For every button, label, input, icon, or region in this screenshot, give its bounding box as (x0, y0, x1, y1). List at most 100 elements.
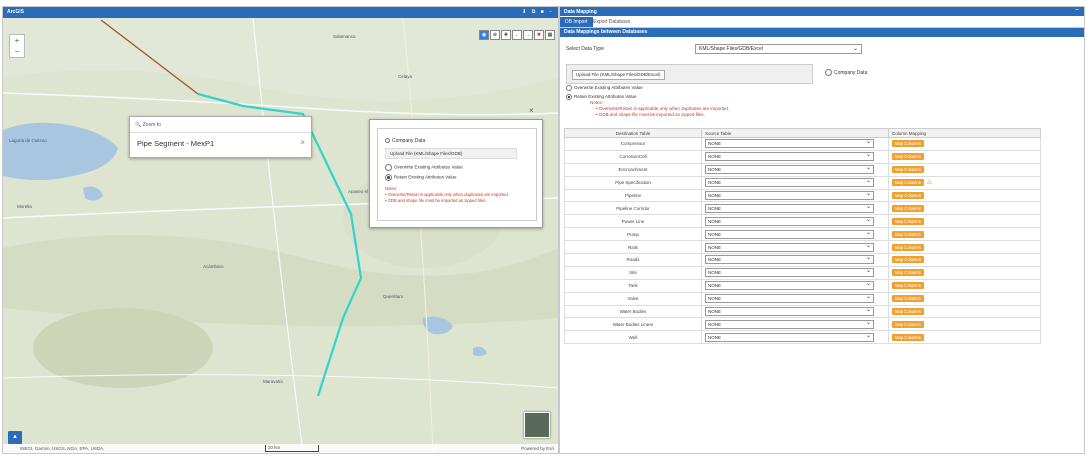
company-data-checkbox[interactable]: Company Data (385, 138, 425, 144)
globe-icon[interactable]: ◉ (479, 30, 489, 40)
source-table-select[interactable]: NONE ⌄ (705, 139, 874, 149)
map-canvas[interactable]: Laguna de Cuitzeo Morelia Salamanca Cela… (3, 17, 558, 453)
destination-cell: Pump (564, 227, 702, 242)
source-table-value: NONE (708, 257, 722, 263)
map-columns-button[interactable]: Map Columns (892, 333, 924, 341)
source-cell: NONE ⌄ (701, 317, 889, 332)
table-row: Pipe Specification NONE ⌄ Map Columns ⚠ (564, 175, 1041, 190)
source-table-select[interactable]: NONE ⌄ (705, 281, 874, 291)
source-cell: NONE ⌄ (701, 149, 889, 164)
clear-icon[interactable]: ✖ (534, 30, 544, 40)
chevron-down-icon: ⌄ (865, 255, 871, 262)
minimize-icon[interactable]: − (1075, 7, 1079, 14)
map-columns-button[interactable]: Map Columns (892, 140, 924, 148)
table-row: Well NONE ⌄ Map Columns (564, 330, 1041, 345)
layers-icon[interactable]: ▦ (545, 30, 555, 40)
upload-file-button[interactable]: Upload File (KML/Shape Files/GDB/Excel) (572, 70, 665, 80)
source-table-select[interactable]: NONE ⌄ (705, 307, 874, 317)
source-table-select[interactable]: NONE ⌄ (705, 191, 874, 200)
column-mapping-cell: Map Columns (888, 304, 1041, 319)
destination-cell: Power Line (564, 214, 702, 229)
map-title: ArcGIS (7, 9, 24, 15)
data-mapping-header: Data Mapping − (560, 7, 1084, 16)
zoom-tool-icon[interactable]: ⊕ (490, 30, 500, 40)
note-1-text: Overwrite/Retain is applicable only when… (598, 106, 730, 111)
source-table-select[interactable]: NONE ⌄ (705, 268, 874, 278)
zoom-control: + − (9, 34, 25, 58)
chevron-down-icon: ⌄ (865, 139, 871, 146)
tab-export-database[interactable]: Export Database (588, 17, 635, 27)
data-type-select[interactable]: KML/Shape Files/GDB/Excel ⌄ (695, 44, 862, 54)
source-table-select[interactable]: NONE ⌄ (705, 165, 874, 175)
overwrite-radio[interactable]: Overwrite Existing Attributes Value (566, 85, 643, 91)
overwrite-radio[interactable]: Overwrite Existing Attributes Value (385, 164, 463, 171)
map-columns-button[interactable]: Map Columns (892, 282, 924, 290)
map-columns-button[interactable]: Map Columns (892, 217, 924, 225)
destination-cell: Encroachment (564, 162, 702, 177)
map-columns-button[interactable]: Map Columns (892, 166, 924, 174)
float-panel-close-icon[interactable]: × (529, 106, 534, 115)
source-table-select[interactable]: NONE ⌄ (705, 255, 874, 265)
table-row: Roads NONE ⌄ Map Columns (564, 253, 1041, 267)
retain-radio[interactable]: Retain Existing Attributes Value (385, 174, 456, 181)
source-cell: NONE ⌄ (701, 214, 889, 229)
source-table-value: NONE (708, 180, 722, 186)
column-mapping-cell: Map Columns ⚠ (888, 175, 1041, 190)
map-columns-button[interactable]: Map Columns (892, 230, 924, 238)
source-cell: NONE ⌄ (701, 188, 889, 203)
map-columns-button[interactable]: Map Columns (892, 204, 924, 212)
source-table-select[interactable]: NONE ⌄ (705, 294, 874, 304)
svg-text:Salamanca: Salamanca (333, 34, 356, 39)
source-table-select[interactable]: NONE ⌄ (705, 203, 874, 213)
scale-bar: 20 km (265, 445, 319, 452)
source-table-value: NONE (708, 231, 722, 237)
source-table-select[interactable]: NONE ⌄ (705, 178, 874, 188)
back-icon[interactable]: ← (512, 30, 522, 40)
company-data-radio[interactable]: Company Data (825, 69, 867, 76)
basemap-svg: Laguna de Cuitzeo Morelia Salamanca Cela… (3, 17, 558, 453)
source-table-value: NONE (708, 218, 722, 224)
forward-icon[interactable]: → (523, 30, 533, 40)
source-cell: NONE ⌄ (701, 265, 889, 280)
map-header-icons[interactable]: ⬇ ⧉ ■ − (522, 9, 554, 15)
source-cell: NONE ⌄ (701, 253, 889, 267)
map-columns-button[interactable]: Map Columns (892, 243, 924, 251)
note-2-text: GDB and shape file must be imported as z… (598, 112, 705, 117)
source-table-value: NONE (708, 141, 722, 147)
map-columns-button[interactable]: Map Columns (892, 308, 924, 316)
column-mapping-cell: Map Columns (888, 188, 1041, 203)
chevron-down-icon: ⌄ (865, 229, 871, 236)
map-columns-button[interactable]: Map Columns (892, 192, 924, 199)
column-mapping-cell: Map Columns (888, 253, 1041, 267)
source-table-select[interactable]: NONE ⌄ (705, 242, 874, 252)
powered-by[interactable]: Powered by Esri (521, 446, 554, 451)
map-columns-button[interactable]: Map Columns (892, 256, 924, 264)
map-columns-button[interactable]: Map Columns (892, 179, 924, 187)
map-columns-button[interactable]: Map Columns (892, 320, 924, 328)
zoom-in-button[interactable]: + (10, 35, 24, 46)
zoom-out-button[interactable]: − (10, 46, 24, 57)
source-cell: NONE ⌄ (701, 175, 889, 190)
overwrite-radio-dot (566, 85, 572, 91)
chevron-down-icon: ⌄ (865, 152, 871, 159)
source-table-select[interactable]: NONE ⌄ (705, 152, 874, 162)
column-mapping-cell: Map Columns (888, 227, 1041, 242)
popup-close-icon[interactable]: × (300, 138, 305, 147)
upload-file-button[interactable]: Upload File (KML/Shape Files/GDB) (385, 148, 517, 159)
map-columns-button[interactable]: Map Columns (892, 153, 924, 161)
source-table-select[interactable]: NONE ⌄ (705, 229, 874, 239)
source-table-select[interactable]: NONE ⌄ (705, 216, 874, 226)
zoom-to-link[interactable]: 🔍 Zoom to (135, 122, 161, 128)
source-table-select[interactable]: NONE ⌄ (705, 332, 874, 342)
locate-icon[interactable]: ✚ (501, 30, 511, 40)
svg-text:Celaya: Celaya (398, 74, 413, 79)
map-columns-button[interactable]: Map Columns (892, 269, 924, 277)
expand-up-button[interactable]: ▲ (8, 431, 22, 444)
table-row: Site NONE ⌄ Map Columns (564, 265, 1041, 280)
destination-cell: Tank (564, 278, 702, 293)
basemap-toggle[interactable] (524, 412, 550, 438)
column-mapping-cell: Map Columns (888, 317, 1041, 332)
column-mapping-cell: Map Columns (888, 265, 1041, 280)
map-columns-button[interactable]: Map Columns (892, 295, 924, 303)
source-table-select[interactable]: NONE ⌄ (705, 319, 874, 329)
